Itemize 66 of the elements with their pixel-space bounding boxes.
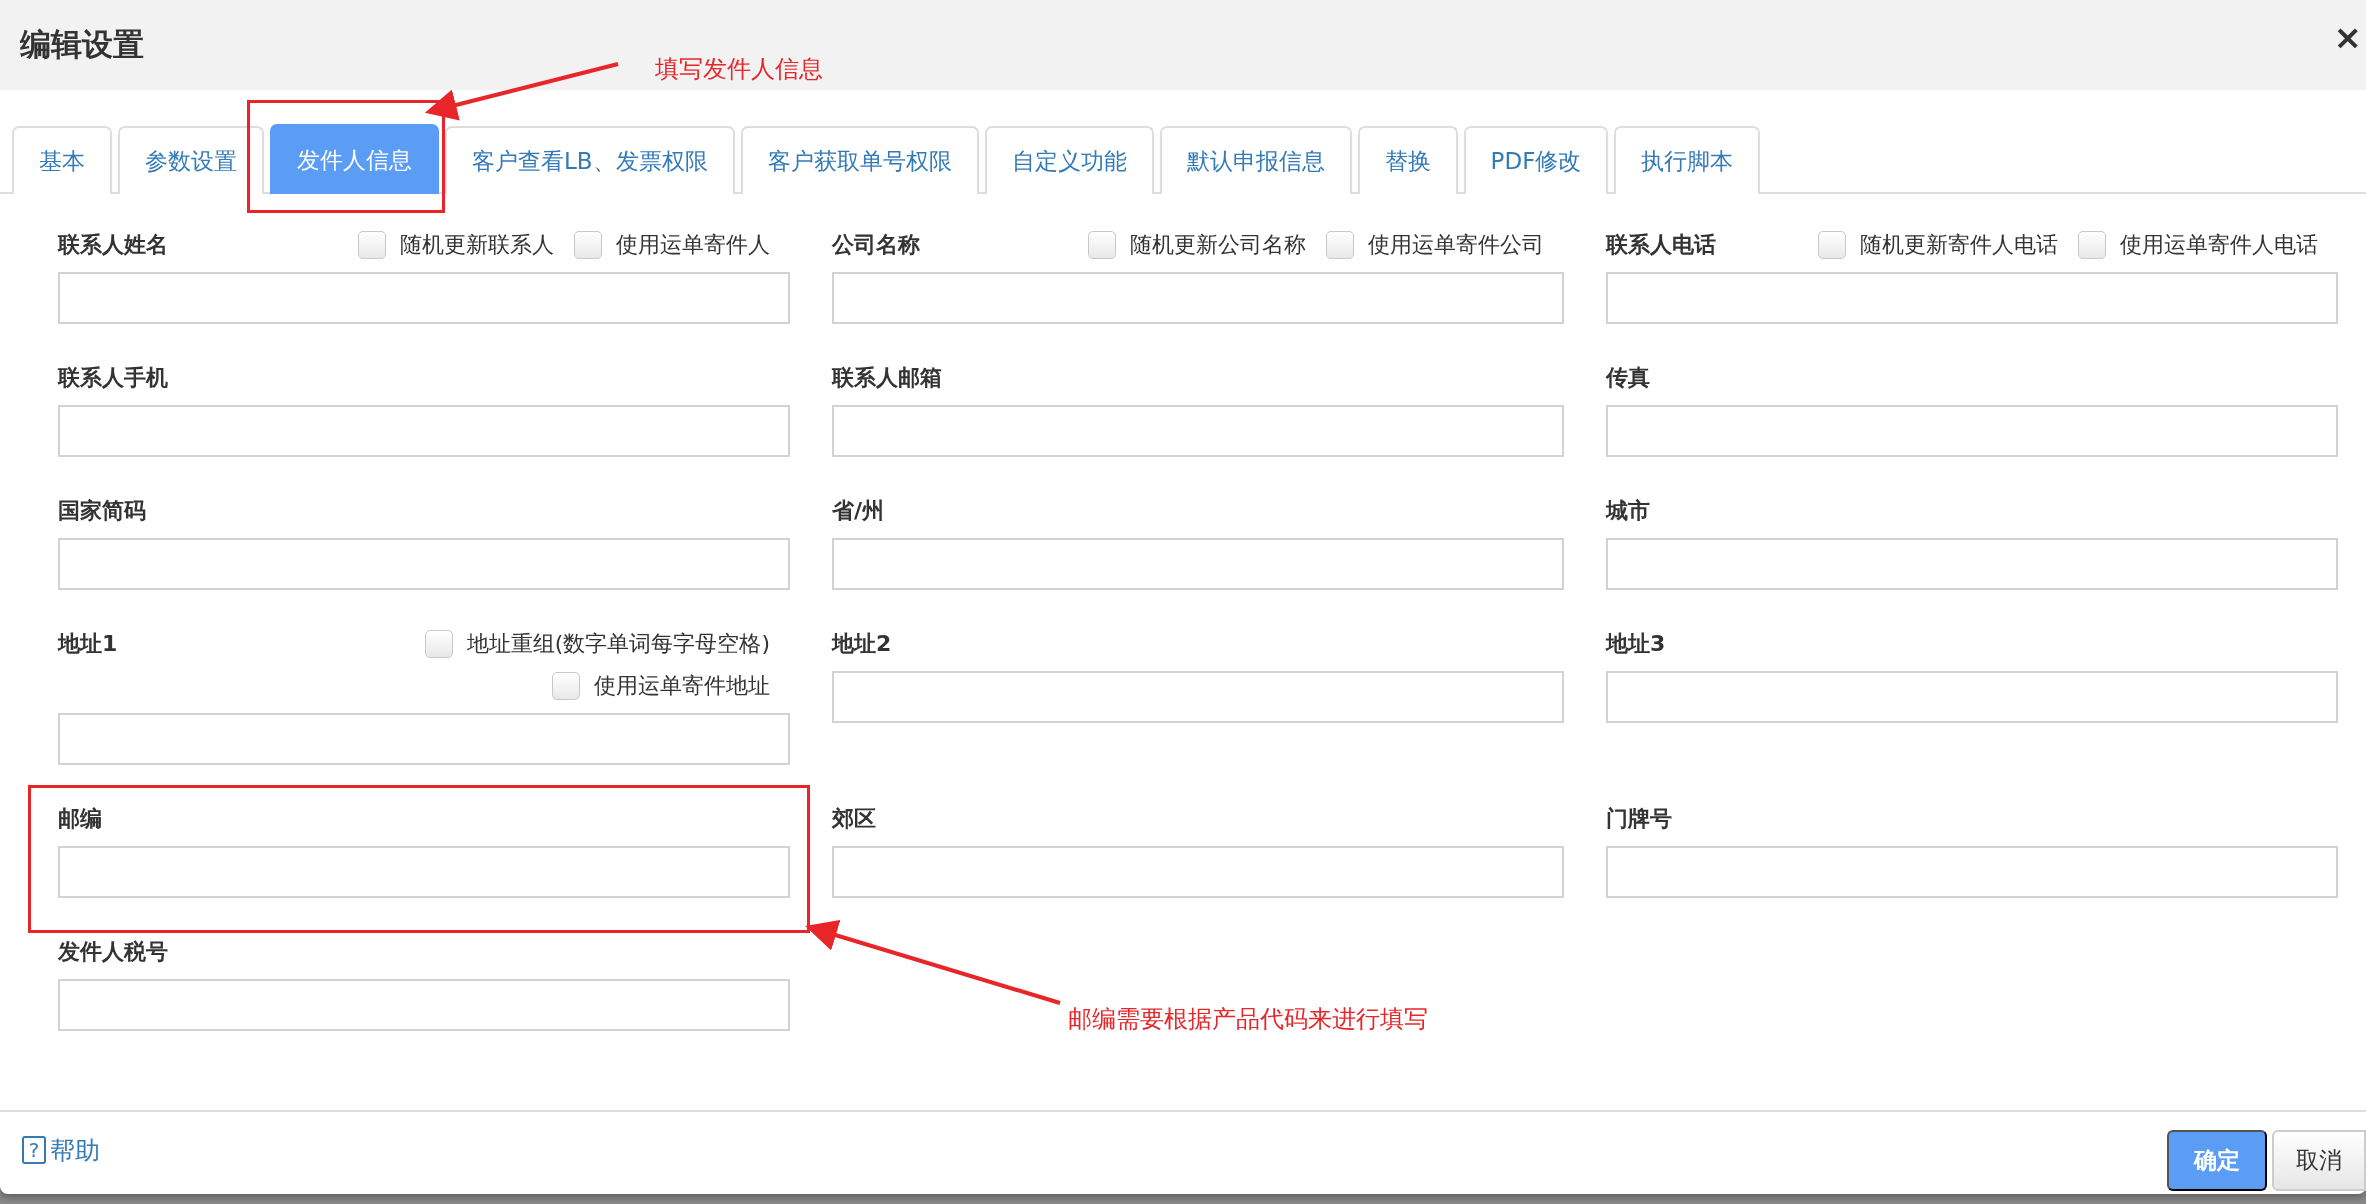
text-input[interactable] — [58, 979, 790, 1031]
checkbox-label: 使用运单寄件人 — [616, 231, 770, 259]
text-input[interactable] — [1606, 671, 2338, 723]
field-label: 联系人邮箱 — [832, 364, 942, 392]
text-input[interactable] — [58, 713, 790, 765]
confirm-button[interactable]: 确定 — [2167, 1129, 2267, 1191]
checkbox-label: 随机更新寄件人电话 — [1860, 231, 2058, 259]
field-label: 邮编 — [58, 805, 102, 833]
text-input[interactable] — [832, 272, 1564, 324]
tab[interactable]: 默认申报信息 — [1159, 126, 1352, 194]
checkbox-label: 使用运单寄件公司 — [1368, 231, 1544, 259]
tab[interactable]: 自定义功能 — [984, 126, 1154, 194]
tab[interactable]: 客户获取单号权限 — [740, 126, 979, 194]
text-input[interactable] — [1606, 538, 2338, 590]
annotation-note: 填写发件人信息 — [655, 54, 823, 85]
text-input[interactable] — [58, 846, 790, 898]
text-input[interactable] — [1606, 846, 2338, 898]
field-label: 地址2 — [832, 630, 892, 658]
checkbox-label: 随机更新联系人 — [400, 231, 554, 259]
text-input[interactable] — [832, 405, 1564, 457]
checkbox[interactable] — [358, 231, 386, 259]
checkbox-label: 使用运单寄件地址 — [594, 672, 770, 700]
tab[interactable]: PDF修改 — [1463, 126, 1609, 194]
checkbox[interactable] — [1326, 231, 1354, 259]
cancel-button[interactable]: 取消 — [2272, 1129, 2366, 1191]
dialog-title: 编辑设置 — [20, 25, 144, 64]
field-label: 联系人电话 — [1606, 231, 1716, 259]
checkbox-label: 随机更新公司名称 — [1130, 231, 1306, 259]
close-button[interactable]: × — [2333, 17, 2366, 57]
field-label: 门牌号 — [1606, 805, 1672, 833]
annotation-note: 邮编需要根据产品代码来进行填写 — [1068, 1004, 1428, 1035]
text-input[interactable] — [58, 405, 790, 457]
checkbox-label: 使用运单寄件人电话 — [2120, 231, 2318, 259]
checkbox[interactable] — [1818, 231, 1846, 259]
tab[interactable]: 替换 — [1357, 126, 1458, 194]
field-label: 联系人手机 — [58, 364, 168, 392]
field-label: 联系人姓名 — [58, 231, 168, 259]
text-input[interactable] — [832, 671, 1564, 723]
tab[interactable]: 执行脚本 — [1614, 126, 1761, 194]
text-input[interactable] — [1606, 405, 2338, 457]
tab[interactable]: 基本 — [12, 126, 112, 194]
help-link[interactable]: 帮助 — [50, 1133, 100, 1167]
checkbox-label: 地址重组(数字单词每字母空格) — [466, 630, 770, 658]
checkbox[interactable] — [1088, 231, 1116, 259]
tab[interactable]: 参数设置 — [118, 126, 264, 194]
text-input[interactable] — [1606, 272, 2338, 324]
tab[interactable]: 客户查看LB、发票权限 — [445, 126, 735, 194]
checkbox[interactable] — [552, 672, 580, 700]
text-input[interactable] — [832, 846, 1564, 898]
checkbox[interactable] — [574, 231, 602, 259]
field-label: 省/州 — [832, 497, 885, 525]
tab[interactable]: 发件人信息 — [270, 124, 439, 194]
field-label: 公司名称 — [832, 231, 920, 259]
field-label: 地址3 — [1606, 630, 1666, 658]
help-icon[interactable]: ? — [22, 1136, 46, 1164]
text-input[interactable] — [58, 538, 790, 590]
checkbox[interactable] — [2078, 231, 2106, 259]
field-label: 发件人税号 — [58, 938, 168, 966]
text-input[interactable] — [832, 538, 1564, 590]
checkbox[interactable] — [424, 630, 453, 658]
field-label: 传真 — [1606, 364, 1650, 392]
field-label: 国家简码 — [58, 497, 146, 525]
field-label: 郊区 — [832, 805, 876, 833]
field-label: 地址1 — [58, 630, 118, 658]
text-input[interactable] — [58, 272, 790, 324]
field-label: 城市 — [1606, 497, 1650, 525]
